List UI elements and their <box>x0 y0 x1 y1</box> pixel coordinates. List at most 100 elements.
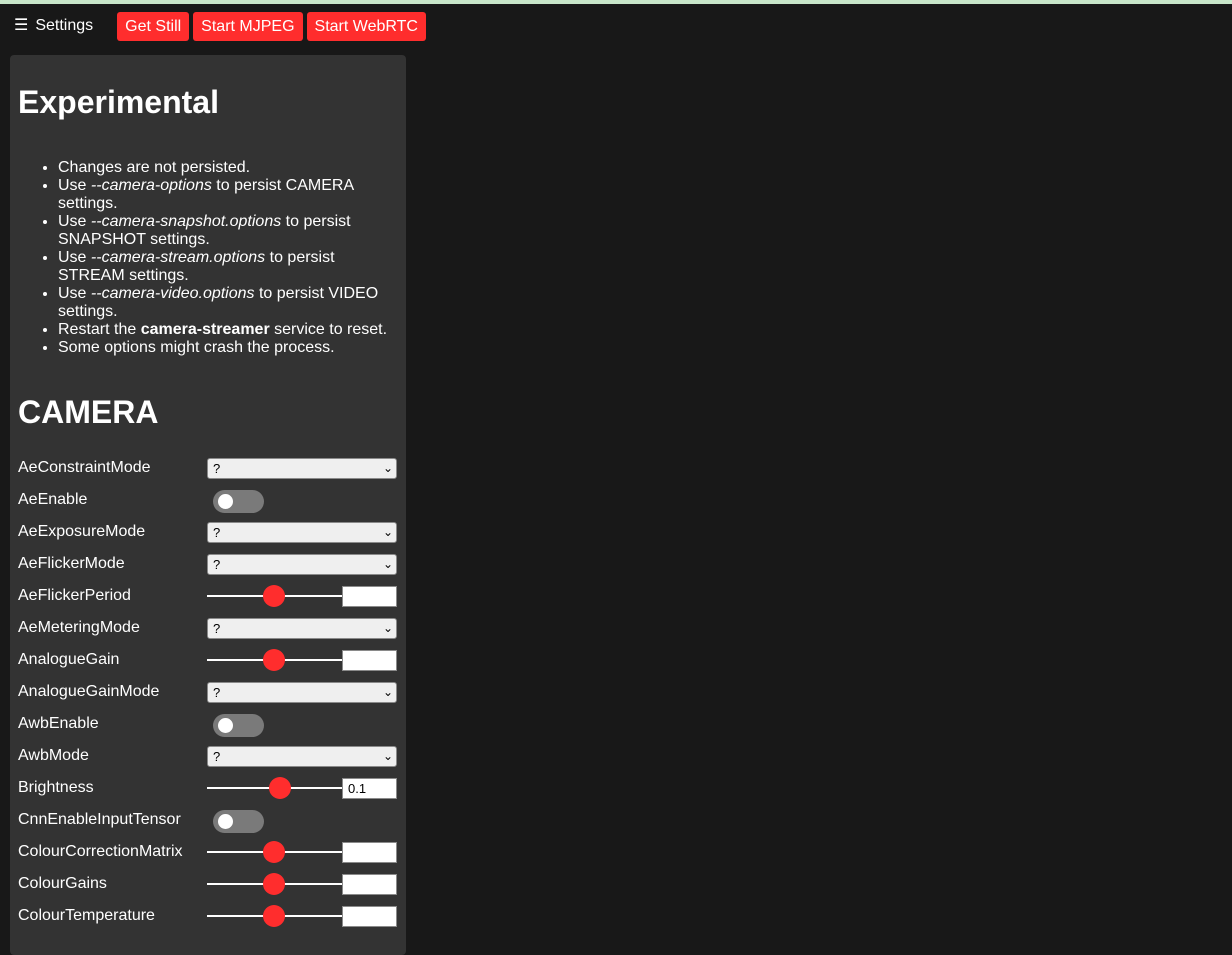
control-label: CnnEnableInputTensor <box>18 811 181 828</box>
control-row-awb-enable: AwbEnable <box>10 708 406 740</box>
note-text: Use <box>58 285 91 302</box>
select-value: ? <box>213 621 221 636</box>
note-option: --camera-stream.options <box>90 249 266 266</box>
ae-exposure-mode-select[interactable]: ? ⌄ <box>207 522 397 543</box>
note-text: Use <box>58 249 91 266</box>
select-value: ? <box>213 557 221 572</box>
control-row-brightness: Brightness 0.1 <box>10 772 406 804</box>
control-row-ae-flicker-period: AeFlickerPeriod <box>10 580 406 612</box>
awb-mode-select[interactable]: ? ⌄ <box>207 746 397 767</box>
chevron-down-icon: ⌄ <box>382 461 393 475</box>
note-option: --camera-snapshot.options <box>90 213 282 230</box>
chevron-down-icon: ⌄ <box>382 557 393 571</box>
note-text: Use <box>58 213 91 230</box>
slider-thumb[interactable] <box>262 873 285 895</box>
analogue-gain-mode-select[interactable]: ? ⌄ <box>207 682 397 703</box>
colour-gains-value-input[interactable] <box>342 874 397 895</box>
control-row-ae-metering-mode: AeMeteringMode? ⌄ <box>10 612 406 644</box>
control-row-ae-flicker-mode: AeFlickerMode? ⌄ <box>10 548 406 580</box>
select-value: ? <box>213 461 221 476</box>
note-item: Some options might crash the process. <box>58 339 398 357</box>
control-label: AwbEnable <box>18 715 99 732</box>
ae-flicker-mode-select[interactable]: ? ⌄ <box>207 554 397 575</box>
slider-thumb[interactable] <box>262 585 285 607</box>
awb-enable-toggle[interactable] <box>213 714 264 737</box>
control-row-colour-temperature: ColourTemperature <box>10 900 406 932</box>
brightness-slider[interactable] <box>207 777 343 799</box>
colour-temperature-value-input[interactable] <box>342 906 397 927</box>
control-label: AeConstraintMode <box>18 459 151 476</box>
control-label: ColourCorrectionMatrix <box>18 843 183 860</box>
settings-toggle[interactable]: ☰ Settings <box>14 17 93 35</box>
note-text: to persist <box>211 177 286 194</box>
slider-thumb[interactable] <box>268 777 291 799</box>
control-row-colour-correction-matrix: ColourCorrectionMatrix <box>10 836 406 868</box>
note-option: --camera-options <box>90 177 212 194</box>
control-row-ae-exposure-mode: AeExposureMode? ⌄ <box>10 516 406 548</box>
ae-enable-toggle[interactable] <box>213 490 264 513</box>
control-label: AeFlickerMode <box>18 555 125 572</box>
experimental-heading: Experimental <box>18 84 219 120</box>
note-text: Some options might crash the process. <box>58 339 335 356</box>
settings-panel: Experimental Changes are not persisted. … <box>10 55 406 955</box>
ae-metering-mode-select[interactable]: ? ⌄ <box>207 618 397 639</box>
colour-gains-slider[interactable] <box>207 873 343 895</box>
camera-controls: AeConstraintMode? ⌄ AeEnable AeExposureMode… <box>10 452 406 932</box>
control-label: AnalogueGain <box>18 651 120 668</box>
control-row-ae-enable: AeEnable <box>10 484 406 516</box>
control-row-analogue-gain-mode: AnalogueGainMode? ⌄ <box>10 676 406 708</box>
select-value: ? <box>213 685 221 700</box>
control-label: Brightness <box>18 779 94 796</box>
slider-thumb[interactable] <box>262 649 285 671</box>
start-mjpeg-button[interactable]: Start MJPEG <box>193 11 303 41</box>
control-label: ColourTemperature <box>18 907 155 924</box>
note-item: Use --camera-snapshot.options to persist… <box>58 213 398 249</box>
brightness-value-input[interactable]: 0.1 <box>342 778 397 799</box>
note-item: Restart the camera-streamer service to r… <box>58 321 398 339</box>
control-label: AeEnable <box>18 491 88 508</box>
select-value: ? <box>213 749 221 764</box>
note-text: to persist <box>254 285 329 302</box>
control-label: AnalogueGainMode <box>18 683 160 700</box>
control-label: AeMeteringMode <box>18 619 140 636</box>
note-text: STREAM settings. <box>58 267 189 284</box>
chevron-down-icon: ⌄ <box>382 621 393 635</box>
start-webrtc-button[interactable]: Start WebRTC <box>306 11 426 41</box>
note-item: Use --camera-stream.options to persist S… <box>58 249 398 285</box>
toolbar: ☰ Settings Get Still Start MJPEG Start W… <box>0 4 426 48</box>
get-still-button[interactable]: Get Still <box>117 11 190 41</box>
control-label: AwbMode <box>18 747 89 764</box>
control-row-colour-gains: ColourGains <box>10 868 406 900</box>
note-item: Changes are not persisted. <box>58 159 398 177</box>
control-row-ae-constraint-mode: AeConstraintMode? ⌄ <box>10 452 406 484</box>
chevron-down-icon: ⌄ <box>382 685 393 699</box>
settings-label: Settings <box>35 17 94 34</box>
analogue-gain-value-input[interactable] <box>342 650 397 671</box>
chevron-down-icon: ⌄ <box>382 749 393 763</box>
analogue-gain-slider[interactable] <box>207 649 343 671</box>
note-text: service to reset. <box>269 321 388 338</box>
chevron-down-icon: ⌄ <box>382 525 393 539</box>
colour-correction-matrix-slider[interactable] <box>207 841 343 863</box>
toggle-knob <box>218 718 233 733</box>
note-text: Use <box>58 177 91 194</box>
colour-temperature-slider[interactable] <box>207 905 343 927</box>
note-option: --camera-video.options <box>90 285 255 302</box>
select-value: ? <box>213 525 221 540</box>
note-item: Use --camera-options to persist CAMERA s… <box>58 177 398 213</box>
control-label: ColourGains <box>18 875 107 892</box>
ae-flicker-period-value-input[interactable] <box>342 586 397 607</box>
ae-flicker-period-slider[interactable] <box>207 585 343 607</box>
slider-thumb[interactable] <box>262 905 285 927</box>
slider-thumb[interactable] <box>262 841 285 863</box>
control-row-awb-mode: AwbMode? ⌄ <box>10 740 406 772</box>
toggle-knob <box>218 814 233 829</box>
note-text: SNAPSHOT settings. <box>58 231 210 248</box>
ae-constraint-mode-select[interactable]: ? ⌄ <box>207 458 397 479</box>
control-row-cnn-enable-input-tensor: CnnEnableInputTensor <box>10 804 406 836</box>
notes-list: Changes are not persisted. Use --camera-… <box>18 159 398 357</box>
note-text: to persist <box>281 213 351 230</box>
note-text: Restart the <box>58 321 141 338</box>
colour-correction-matrix-value-input[interactable] <box>342 842 397 863</box>
cnn-enable-input-tensor-toggle[interactable] <box>213 810 264 833</box>
